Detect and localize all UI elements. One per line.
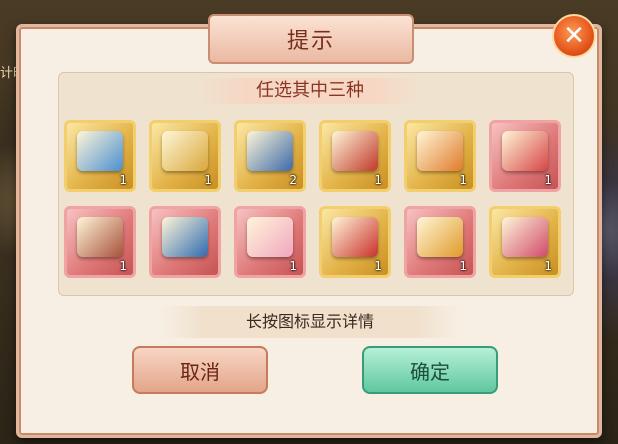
- reward-item-slot[interactable]: 1: [319, 206, 391, 278]
- item-count: 1: [544, 173, 552, 187]
- reward-item-slot[interactable]: [149, 206, 221, 278]
- ornate-treasure-chest-icon: [332, 217, 378, 257]
- orange-gift-box-icon: [417, 131, 463, 171]
- item-count: 1: [459, 173, 467, 187]
- blue-lantern-chest-icon: [247, 131, 293, 171]
- select-instruction: 任选其中三种: [200, 78, 420, 104]
- bronze-octagon-box-icon: [77, 217, 123, 257]
- item-count: 1: [204, 173, 212, 187]
- reward-item-slot[interactable]: 2: [234, 120, 306, 192]
- confirm-button[interactable]: 确定: [362, 346, 498, 394]
- item-count: 1: [459, 259, 467, 273]
- item-count: 1: [289, 259, 297, 273]
- reward-item-slot[interactable]: 1: [404, 206, 476, 278]
- red-pouch-flowers-icon: [502, 131, 548, 171]
- reward-item-slot[interactable]: 1: [489, 206, 561, 278]
- item-count: 1: [374, 173, 382, 187]
- item-count: 2: [289, 173, 297, 187]
- reward-item-slot[interactable]: 1: [404, 120, 476, 192]
- red-chest-character-icon: [332, 131, 378, 171]
- reward-item-slot[interactable]: 1: [64, 120, 136, 192]
- blue-gift-box-icon: [77, 131, 123, 171]
- gold-box-dice-icon: [162, 131, 208, 171]
- close-icon: ✕: [563, 21, 585, 51]
- pink-flower-gift-box-icon: [247, 217, 293, 257]
- reward-item-slot[interactable]: 1: [149, 120, 221, 192]
- item-count: 1: [544, 259, 552, 273]
- close-button[interactable]: ✕: [552, 14, 596, 58]
- reward-item-slot[interactable]: 1: [64, 206, 136, 278]
- item-count: 1: [374, 259, 382, 273]
- long-press-hint: 长按图标显示详情: [160, 306, 460, 338]
- dialog-title: 提示: [208, 14, 414, 64]
- reward-item-slot[interactable]: 1: [234, 206, 306, 278]
- cancel-button[interactable]: 取消: [132, 346, 268, 394]
- reward-item-slot[interactable]: 1: [319, 120, 391, 192]
- jewel-treasure-chest-icon: [502, 217, 548, 257]
- gold-money-bag-icon: [417, 217, 463, 257]
- blue-box-dice-icon: [162, 217, 208, 257]
- item-count: 1: [119, 173, 127, 187]
- reward-item-slot[interactable]: 1: [489, 120, 561, 192]
- item-count: 1: [119, 259, 127, 273]
